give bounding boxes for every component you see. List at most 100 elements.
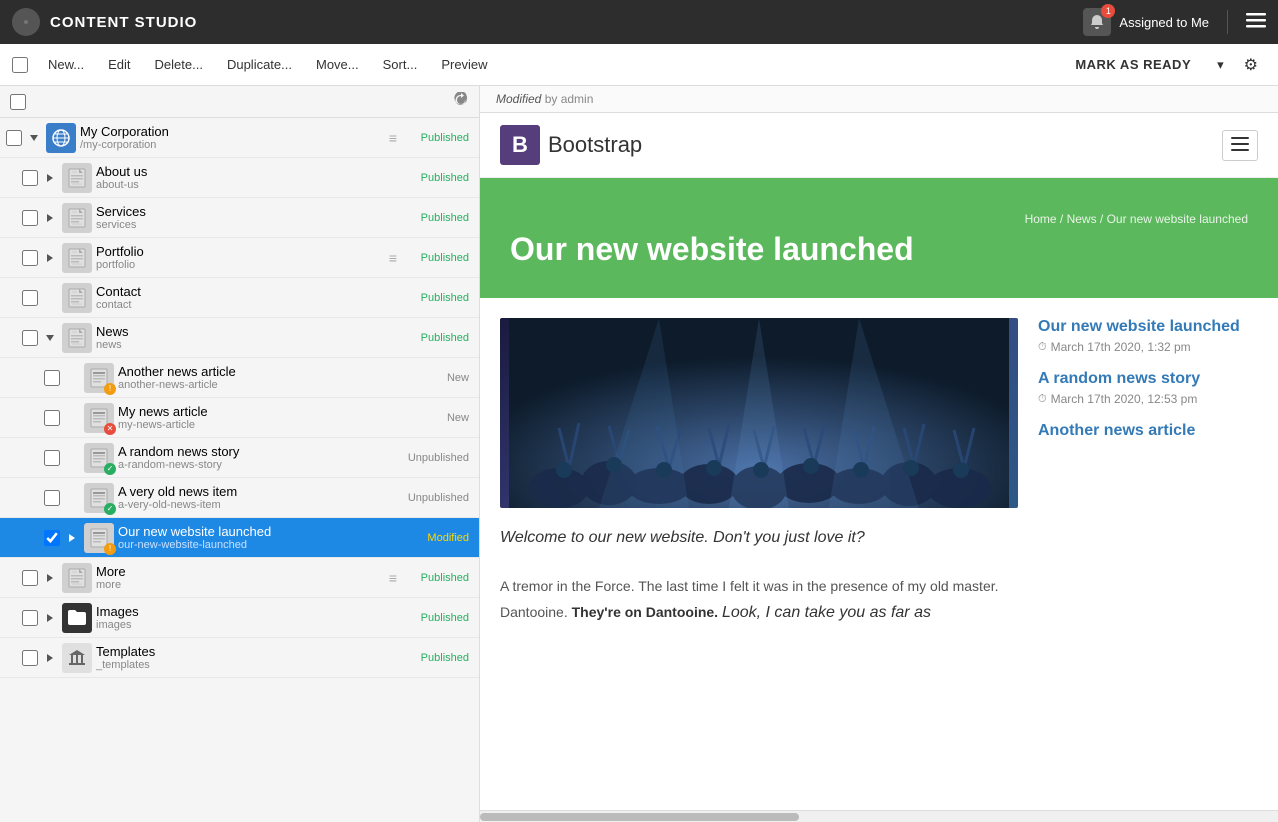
checkbox-old-news[interactable] bbox=[44, 490, 60, 506]
icon-wrap-random-news: ✓ bbox=[84, 443, 114, 473]
item-text-my-news: My news articlemy-news-article bbox=[118, 404, 403, 431]
expand-toggle-images[interactable] bbox=[42, 610, 58, 626]
tree-item-images[interactable]: ImagesimagesPublished bbox=[0, 598, 479, 638]
mark-as-ready-button[interactable]: MARK AS READY bbox=[1061, 51, 1205, 78]
expand-toggle-contact bbox=[42, 290, 58, 306]
icon-wrap-my-news: ✕ bbox=[84, 403, 114, 433]
expand-toggle-my-corp[interactable] bbox=[26, 130, 42, 146]
preview-content[interactable]: B Bootstrap Our new website launched Hom… bbox=[480, 113, 1278, 810]
icon-wrap-my-corp bbox=[46, 123, 76, 153]
expand-toggle-more[interactable] bbox=[42, 570, 58, 586]
item-name-old-news: A very old news item bbox=[118, 484, 403, 499]
item-path-my-news: my-news-article bbox=[118, 419, 403, 431]
tree-item-my-corp[interactable]: My Corporation/my-corporation≡Published bbox=[0, 118, 479, 158]
checkbox-images[interactable] bbox=[22, 610, 38, 626]
item-name-more: More bbox=[96, 564, 383, 579]
sidebar-news-item-2: A random news story ⏱ March 17th 2020, 1… bbox=[1038, 370, 1258, 406]
menu-icon[interactable] bbox=[1246, 10, 1266, 35]
status-badge-random-news: Unpublished bbox=[403, 452, 473, 464]
expand-toggle-services[interactable] bbox=[42, 210, 58, 226]
expand-toggle-about-us[interactable] bbox=[42, 170, 58, 186]
checkbox-contact[interactable] bbox=[22, 290, 38, 306]
tree-item-old-news[interactable]: ✓A very old news itema-very-old-news-ite… bbox=[0, 478, 479, 518]
article-italic2: Look, I can take you as far as bbox=[718, 604, 931, 620]
item-path-images: images bbox=[96, 619, 403, 631]
expand-toggle-my-news bbox=[64, 410, 80, 426]
header-checkbox[interactable] bbox=[10, 94, 26, 110]
checkbox-another-news[interactable] bbox=[44, 370, 60, 386]
select-all-checkbox[interactable] bbox=[12, 57, 28, 73]
item-text-more: Moremore bbox=[96, 564, 383, 591]
tree-item-my-news[interactable]: ✕My news articlemy-news-articleNew bbox=[0, 398, 479, 438]
item-text-news: Newsnews bbox=[96, 324, 403, 351]
preview-hamburger[interactable] bbox=[1222, 130, 1258, 161]
refresh-icon[interactable] bbox=[453, 92, 469, 111]
status-badge-my-corp: Published bbox=[403, 132, 473, 144]
tree-item-templates[interactable]: Templates_templatesPublished bbox=[0, 638, 479, 678]
checkbox-news[interactable] bbox=[22, 330, 38, 346]
item-text-our-new-website: Our new website launchedour-new-website-… bbox=[118, 524, 403, 551]
expand-toggle-news[interactable] bbox=[42, 330, 58, 346]
app-logo bbox=[12, 8, 40, 36]
brand-b-box: B bbox=[500, 125, 540, 165]
item-text-about-us: About usabout-us bbox=[96, 164, 403, 191]
tree-item-news[interactable]: NewsnewsPublished bbox=[0, 318, 479, 358]
sidebar-news-date-1: March 17th 2020, 1:32 pm bbox=[1051, 340, 1191, 354]
horizontal-scrollbar[interactable] bbox=[480, 810, 1278, 822]
expand-toggle-portfolio[interactable] bbox=[42, 250, 58, 266]
drag-handle-more[interactable]: ≡ bbox=[389, 570, 397, 586]
tree-item-more[interactable]: Moremore≡Published bbox=[0, 558, 479, 598]
status-badge-images: Published bbox=[403, 612, 473, 624]
checkbox-our-new-website[interactable] bbox=[44, 530, 60, 546]
tree-item-another-news[interactable]: !Another news articleanother-news-articl… bbox=[0, 358, 479, 398]
mark-as-ready-dropdown-button[interactable]: ▾ bbox=[1209, 51, 1232, 79]
checkbox-services[interactable] bbox=[22, 210, 38, 226]
duplicate-button[interactable]: Duplicate... bbox=[217, 51, 302, 78]
assigned-to-me-btn[interactable]: 1 Assigned to Me bbox=[1083, 8, 1209, 36]
checkbox-random-news[interactable] bbox=[44, 450, 60, 466]
sidebar-news-title-3[interactable]: Another news article bbox=[1038, 422, 1258, 440]
sidebar-news-title-2[interactable]: A random news story bbox=[1038, 370, 1258, 388]
delete-button[interactable]: Delete... bbox=[145, 51, 213, 78]
tree-item-portfolio[interactable]: Portfolioportfolio≡Published bbox=[0, 238, 479, 278]
tree-item-random-news[interactable]: ✓A random news storya-random-news-storyU… bbox=[0, 438, 479, 478]
toolbar: New... Edit Delete... Duplicate... Move.… bbox=[0, 44, 1278, 86]
checkbox-templates[interactable] bbox=[22, 650, 38, 666]
expand-toggle-templates[interactable] bbox=[42, 650, 58, 666]
item-badge-my-news: ✕ bbox=[104, 423, 116, 435]
item-name-templates: Templates bbox=[96, 644, 403, 659]
new-button[interactable]: New... bbox=[38, 51, 94, 78]
drag-handle-my-corp[interactable]: ≡ bbox=[389, 130, 397, 146]
drag-handle-portfolio[interactable]: ≡ bbox=[389, 250, 397, 266]
item-text-templates: Templates_templates bbox=[96, 644, 403, 671]
checkbox-my-corp[interactable] bbox=[6, 130, 22, 146]
tree-item-our-new-website[interactable]: !Our new website launchedour-new-website… bbox=[0, 518, 479, 558]
preview-button[interactable]: Preview bbox=[431, 51, 497, 78]
main-layout: My Corporation/my-corporation≡PublishedA… bbox=[0, 86, 1278, 822]
right-panel: Modified by admin B Bootstrap Our new we… bbox=[480, 86, 1278, 822]
item-name-another-news: Another news article bbox=[118, 364, 403, 379]
tree-item-contact[interactable]: ContactcontactPublished bbox=[0, 278, 479, 318]
item-text-another-news: Another news articleanother-news-article bbox=[118, 364, 403, 391]
checkbox-more[interactable] bbox=[22, 570, 38, 586]
item-text-old-news: A very old news itema-very-old-news-item bbox=[118, 484, 403, 511]
sidebar-news-title-1[interactable]: Our new website launched bbox=[1038, 318, 1258, 336]
settings-gear-button[interactable]: ⚙ bbox=[1236, 49, 1266, 81]
sort-button[interactable]: Sort... bbox=[373, 51, 428, 78]
checkbox-about-us[interactable] bbox=[22, 170, 38, 186]
article-text: Welcome to our new website. Don't you ju… bbox=[500, 524, 1018, 626]
tree-item-about-us[interactable]: About usabout-usPublished bbox=[0, 158, 479, 198]
notification-badge: 1 bbox=[1101, 4, 1115, 18]
tree-item-services[interactable]: ServicesservicesPublished bbox=[0, 198, 479, 238]
clock-icon-1: ⏱ bbox=[1038, 341, 1047, 354]
notification-icon[interactable]: 1 bbox=[1083, 8, 1111, 36]
brand-name: Bootstrap bbox=[548, 132, 642, 158]
expand-toggle-our-new-website[interactable] bbox=[64, 530, 80, 546]
assigned-to-me-label: Assigned to Me bbox=[1119, 15, 1209, 30]
move-button[interactable]: Move... bbox=[306, 51, 369, 78]
icon-wrap-our-new-website: ! bbox=[84, 523, 114, 553]
checkbox-my-news[interactable] bbox=[44, 410, 60, 426]
edit-button[interactable]: Edit bbox=[98, 51, 140, 78]
preview-main: Welcome to our new website. Don't you ju… bbox=[500, 318, 1018, 626]
checkbox-portfolio[interactable] bbox=[22, 250, 38, 266]
